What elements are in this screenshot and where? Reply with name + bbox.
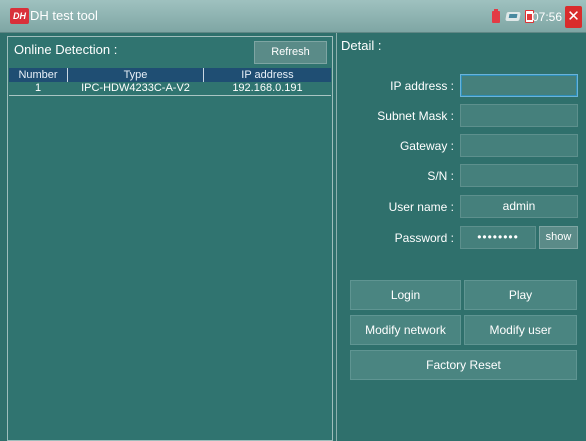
- online-detection-title: Online Detection :: [14, 42, 118, 57]
- gateway-label: Gateway :: [399, 139, 454, 153]
- close-icon[interactable]: ✕: [565, 6, 582, 28]
- show-password-button[interactable]: show: [539, 226, 578, 249]
- row-type: IPC-HDW4233C-A-V2: [81, 82, 190, 94]
- online-detection-panel: Online Detection : Refresh Number Type I…: [7, 36, 333, 441]
- sn-label: S/N :: [427, 169, 454, 183]
- gateway-field[interactable]: [460, 134, 578, 157]
- modify-network-button[interactable]: Modify network: [350, 315, 461, 345]
- password-field[interactable]: ••••••••: [460, 226, 536, 249]
- play-button[interactable]: Play: [464, 280, 577, 310]
- refresh-button[interactable]: Refresh: [254, 41, 327, 64]
- sn-field[interactable]: [460, 164, 578, 187]
- title-bar: DH DH test tool 07:56 ✕: [0, 0, 586, 33]
- table-row[interactable]: 1 IPC-HDW4233C-A-V2 192.168.0.191: [9, 82, 331, 96]
- column-header-number[interactable]: Number: [9, 68, 68, 82]
- subnet-mask-label: Subnet Mask :: [377, 109, 454, 123]
- column-header-type[interactable]: Type: [68, 68, 204, 82]
- status-clock: 07:56: [531, 10, 562, 24]
- battery-icon: [492, 9, 500, 23]
- row-number: 1: [34, 82, 42, 94]
- modify-user-button[interactable]: Modify user: [464, 315, 577, 345]
- row-ip: 192.168.0.191: [232, 82, 303, 94]
- app-logo: DH: [10, 8, 29, 24]
- password-label: Password :: [394, 231, 454, 245]
- panel-divider: [336, 33, 337, 441]
- ip-address-label: IP address :: [390, 79, 454, 93]
- login-button[interactable]: Login: [350, 280, 461, 310]
- column-header-ip[interactable]: IP address: [204, 68, 331, 82]
- device-table-header: Number Type IP address: [9, 68, 331, 82]
- app-title: DH test tool: [30, 8, 98, 23]
- user-name-label: User name :: [388, 200, 454, 214]
- user-name-field[interactable]: admin: [460, 195, 578, 218]
- subnet-mask-field[interactable]: [460, 104, 578, 127]
- ip-address-field[interactable]: [460, 74, 578, 97]
- network-icon: [505, 12, 521, 21]
- detail-title: Detail :: [341, 38, 382, 53]
- factory-reset-button[interactable]: Factory Reset: [350, 350, 577, 380]
